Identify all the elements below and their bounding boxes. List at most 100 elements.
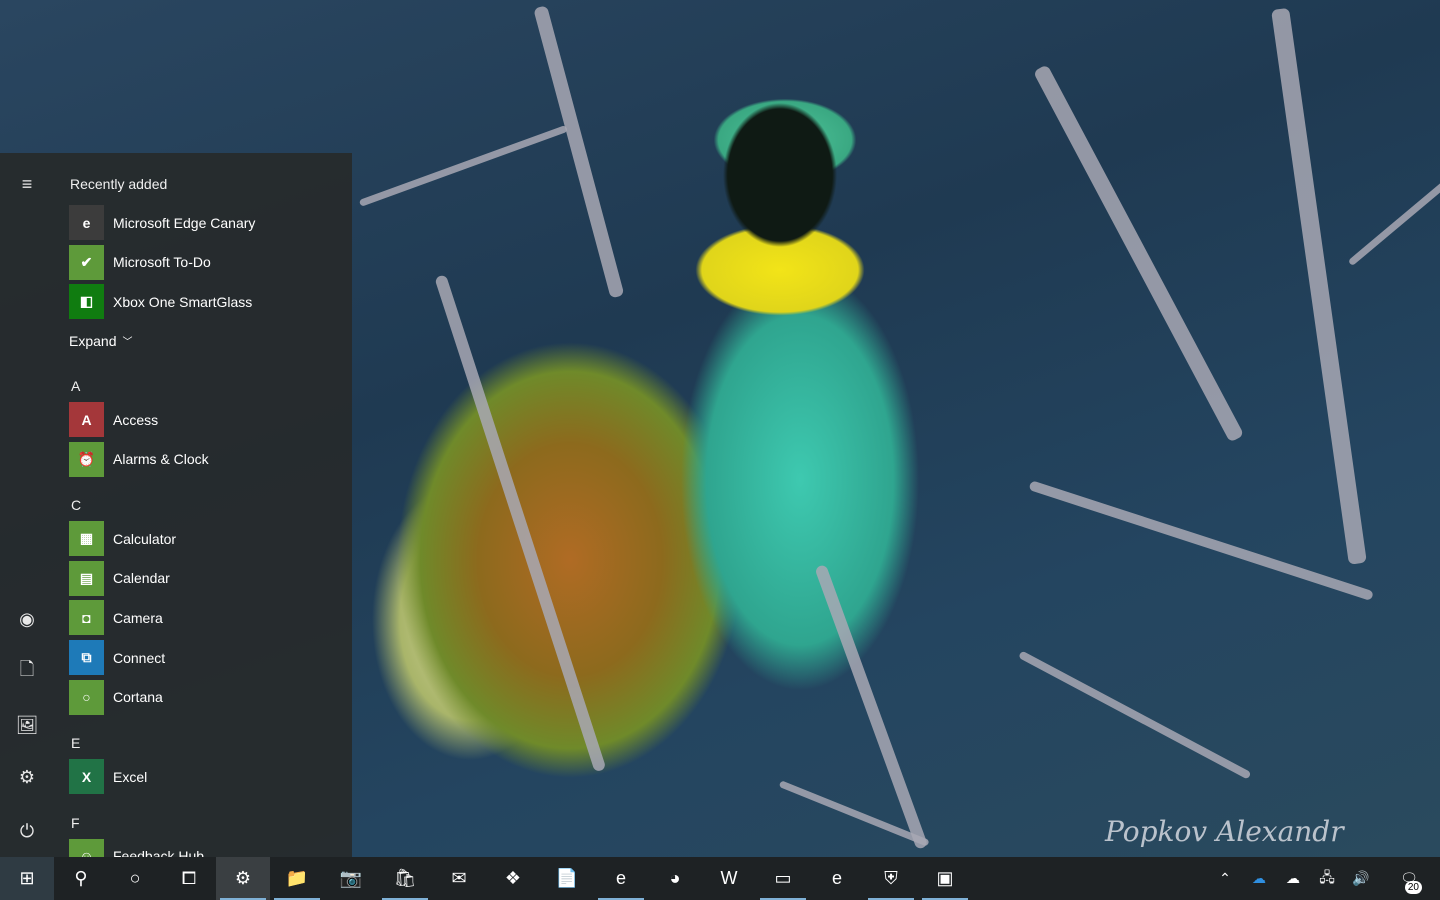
hamburger-menu-icon[interactable]: ≡ [0,161,54,207]
app-list-item[interactable]: ☺ Feedback Hub [69,837,352,857]
app-list-item[interactable]: A Access [69,400,352,440]
control-panel-glyph: ▣ [936,868,954,888]
documents-icon[interactable]: 🗋 [0,649,54,695]
app-list-item[interactable]: ◘ Camera [69,598,352,638]
notification-count-badge: 20 [1404,881,1422,894]
windows-security-glyph: ⛨ [884,868,898,888]
camera-icon: ◘ [69,600,104,636]
chrome-glyph: ◕ [669,868,681,888]
wallpaper-branch [1032,64,1245,443]
taskbar-pinned-apps: ⊞ ⚲ ○ ⧠ ⚙ 📁 📷 🛍 ✉ ❖ 📄 e ◕ W ▭ e ⛨ ▣ [0,857,972,900]
edge-canary-taskbar-icon[interactable]: e [810,857,864,900]
onedrive-white-icon[interactable]: ☁ [1276,857,1310,900]
expand-button[interactable]: Expand ﹀ [69,322,352,360]
power-icon[interactable]: ⏻ [0,808,54,854]
volume-icon[interactable]: 🔊 [1344,857,1378,900]
letter-header[interactable]: A [69,360,352,400]
app-list-item[interactable]: X Excel [69,757,352,797]
onedrive-blue-icon[interactable]: ☁ [1242,857,1276,900]
pictures-glyph: 🖼 [15,714,39,735]
app-list-item[interactable]: ⧉ Connect [69,638,352,678]
notepad-glyph: 📄 [555,868,579,888]
network-icon[interactable]: 🖧 [1310,857,1344,900]
calendar-icon: ▤ [69,560,104,596]
file-explorer-icon[interactable]: 📁 [270,857,324,900]
wallpaper-branch [1271,7,1367,565]
app-list-item[interactable]: ○ Cortana [69,677,352,717]
task-view-icon[interactable]: ⧠ [162,857,216,900]
app-list-item[interactable]: ⏰ Alarms & Clock [69,439,352,479]
windows-security-icon[interactable]: ⛨ [864,857,918,900]
teams-icon[interactable]: ❖ [486,857,540,900]
camera-app-icon[interactable]: 📷 [324,857,378,900]
hamburger-glyph: ≡ [21,173,33,194]
store-icon[interactable]: 🛍 [378,857,432,900]
app-list[interactable]: Recently added e Microsoft Edge Canary ✔ Mi… [54,153,352,857]
mail-glyph: ✉ [451,868,467,888]
pictures-icon[interactable]: 🖼 [0,702,54,748]
edge-canary-taskbar-glyph: e [831,868,842,888]
app-label: Camera [113,609,163,626]
todo-check-icon: ✔ [69,244,104,280]
wallpaper-branch [434,274,607,773]
app-label: Microsoft Edge Canary [113,214,256,231]
wallpaper-watermark: Popkov Alexandr [1105,815,1344,848]
wallpaper-branch [533,5,625,299]
cortana-icon: ○ [69,679,104,715]
alphabetical-app-sections: A A Access ⏰ Alarms & Clock C ▦ Calculator ▤ Cale… [69,360,352,857]
letter-header[interactable]: E [69,717,352,757]
recently-added-list: e Microsoft Edge Canary ✔ Microsoft To-Do ◧ X… [69,203,352,322]
edge-dev-icon[interactable]: e [594,857,648,900]
app-list-item[interactable]: ✔ Microsoft To-Do [69,243,352,283]
edge-dev-glyph: e [615,868,626,888]
app-label: Excel [113,768,148,785]
mail-icon[interactable]: ✉ [432,857,486,900]
edge-canary-icon: e [69,205,104,241]
start-button[interactable]: ⊞ [0,857,54,900]
camera-app-glyph: 📷 [339,868,363,888]
app-list-item[interactable]: ▤ Calendar [69,559,352,599]
app-list-item[interactable]: e Microsoft Edge Canary [69,203,352,243]
word-icon[interactable]: W [702,857,756,900]
user-avatar-icon[interactable]: ◉ [0,596,54,642]
chevron-down-icon: ﹀ [122,337,133,349]
app-label: Access [113,411,159,428]
task-view-glyph: ⧠ [181,868,197,888]
power-glyph: ⏻ [19,820,35,841]
wallpaper-branch [1028,480,1374,602]
show-hidden-icons-chevron-icon[interactable]: ⌃ [1208,857,1242,900]
cortana-circle-icon[interactable]: ○ [108,857,162,900]
teams-glyph: ❖ [504,868,522,888]
cortana-circle-glyph: ○ [129,868,141,888]
app-label: Cortana [113,689,163,706]
letter-header[interactable]: F [69,797,352,837]
settings-app-icon[interactable]: ⚙ [216,857,270,900]
wallpaper-branch [1347,170,1440,267]
start-menu-rail: ≡ ◉ 🗋 🖼 ⚙ ⏻ [0,153,54,857]
settings-gear-icon[interactable]: ⚙ [0,754,54,800]
terminal-icon[interactable]: ▭ [756,857,810,900]
control-panel-icon[interactable]: ▣ [918,857,972,900]
xbox-smartglass-icon: ◧ [69,284,104,320]
search-icon[interactable]: ⚲ [54,857,108,900]
action-center-button[interactable]: 🗨 20 [1378,857,1440,900]
settings-app-glyph: ⚙ [234,868,252,888]
letter-header[interactable]: C [69,479,352,519]
app-label: Microsoft To-Do [113,254,211,271]
app-label: Feedback Hub [113,848,205,857]
word-glyph: W [720,868,738,888]
search-glyph: ⚲ [74,868,88,888]
app-label: Alarms & Clock [113,451,209,468]
wallpaper-branch [1018,650,1252,780]
settings-glyph: ⚙ [18,766,36,787]
app-list-item[interactable]: ▦ Calculator [69,519,352,559]
app-list-item[interactable]: ◧ Xbox One SmartGlass [69,282,352,322]
system-tray: ⌃ ☁ ☁ 🖧 🔊 🗨 20 [1208,857,1440,900]
expand-label: Expand [69,332,117,349]
taskbar: ⊞ ⚲ ○ ⧠ ⚙ 📁 📷 🛍 ✉ ❖ 📄 e ◕ W ▭ e ⛨ ▣ ⌃ ☁ ☁ 🖧 🔊 🗨 20 [0,857,1440,900]
chrome-icon[interactable]: ◕ [648,857,702,900]
store-glyph: 🛍 [393,868,417,888]
app-label: Calendar [113,570,170,587]
connect-icon: ⧉ [69,640,104,676]
notepad-icon[interactable]: 📄 [540,857,594,900]
